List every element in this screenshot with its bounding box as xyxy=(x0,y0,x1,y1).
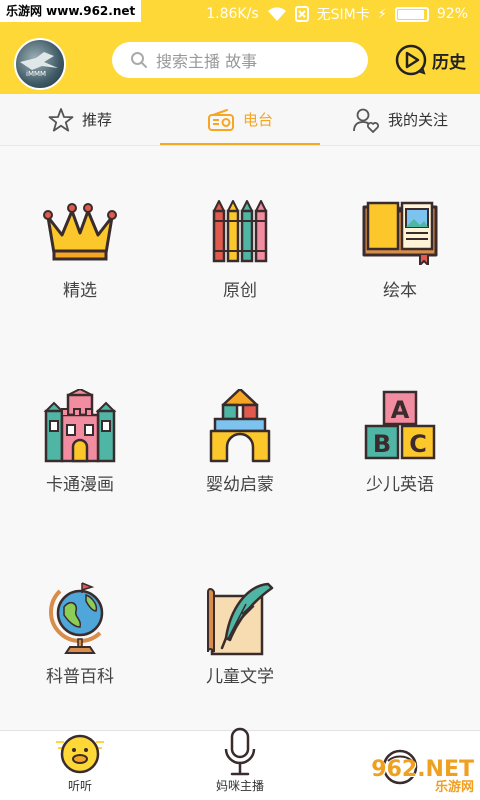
crayons-icon xyxy=(200,192,280,272)
watermark-brand: 962.NET xyxy=(371,757,474,782)
category-label: 科普百科 xyxy=(46,667,114,687)
category-featured[interactable]: 精选 xyxy=(0,192,160,301)
globe-icon xyxy=(40,578,120,658)
nav-listen[interactable]: 听听 xyxy=(0,731,160,800)
user-heart-icon xyxy=(353,108,379,133)
category-label: 婴幼启蒙 xyxy=(206,475,274,495)
category-label: 儿童文学 xyxy=(206,667,274,687)
app-header: iMMM 搜索主播 故事 历史 xyxy=(0,28,480,94)
category-label: 精选 xyxy=(63,281,97,301)
star-icon xyxy=(48,107,74,131)
castle-icon xyxy=(40,386,120,466)
avatar-caption: iMMM xyxy=(26,70,47,78)
radio-icon xyxy=(207,108,234,131)
category-english[interactable]: A B C 少儿英语 xyxy=(320,386,480,495)
category-literature[interactable]: 儿童文学 xyxy=(160,578,320,687)
history-button[interactable]: 历史 xyxy=(394,42,466,78)
tab-label: 我的关注 xyxy=(387,111,448,129)
nav-mommy-host[interactable]: 妈咪主播 xyxy=(160,727,320,800)
category-label: 原创 xyxy=(223,281,257,301)
category-grid: 精选 原创 绘本 卡通漫画 婴幼启蒙 A B C 少儿英语 科普百科 儿童文学 xyxy=(0,146,480,730)
svg-text:A: A xyxy=(391,396,410,424)
history-label: 历史 xyxy=(432,52,466,73)
wifi-icon xyxy=(267,6,287,22)
picture-book-icon xyxy=(360,192,440,272)
avatar[interactable]: iMMM xyxy=(14,38,66,90)
tab-following[interactable]: 我的关注 xyxy=(320,94,480,145)
tab-label: 推荐 xyxy=(81,111,112,129)
category-infant[interactable]: 婴幼启蒙 xyxy=(160,386,320,495)
duck-icon xyxy=(56,731,104,777)
tab-bar: 推荐 电台 我的关注 xyxy=(0,94,480,146)
watermark-bottom: 962.NET 乐游网 xyxy=(371,757,474,795)
battery-percent: 92% xyxy=(436,6,468,22)
category-science[interactable]: 科普百科 xyxy=(0,578,160,687)
category-cartoon[interactable]: 卡通漫画 xyxy=(0,386,160,495)
category-label: 绘本 xyxy=(383,281,417,301)
search-icon xyxy=(131,52,147,68)
sim-status: 无SIM卡 xyxy=(316,7,370,23)
sim-icon xyxy=(294,6,309,22)
svg-text:C: C xyxy=(409,430,427,458)
microphone-icon xyxy=(223,727,257,777)
history-play-icon xyxy=(395,44,427,76)
tab-recommend[interactable]: 推荐 xyxy=(0,94,160,145)
category-original[interactable]: 原创 xyxy=(160,192,320,301)
quill-book-icon xyxy=(200,578,280,658)
tab-label: 电台 xyxy=(242,111,273,129)
building-blocks-icon xyxy=(200,386,280,466)
svg-text:B: B xyxy=(373,430,391,458)
search-placeholder: 搜索主播 故事 xyxy=(156,52,258,71)
nav-label: 妈咪主播 xyxy=(215,779,264,793)
tab-radio[interactable]: 电台 xyxy=(160,94,320,145)
abc-blocks-icon: A B C xyxy=(360,386,440,466)
crown-icon xyxy=(40,192,120,272)
charging-icon: ⚡ xyxy=(377,6,387,22)
watermark-sub: 乐游网 xyxy=(434,780,474,795)
battery-icon xyxy=(394,6,429,22)
nav-label: 听听 xyxy=(67,779,92,793)
search-input[interactable]: 搜索主播 故事 xyxy=(112,42,368,78)
category-label: 少儿英语 xyxy=(366,475,434,495)
watermark-top: 乐游网 www.962.net xyxy=(0,0,142,22)
category-picture-book[interactable]: 绘本 xyxy=(320,192,480,301)
network-speed: 1.86K/s xyxy=(206,6,259,22)
category-label: 卡通漫画 xyxy=(46,475,114,495)
